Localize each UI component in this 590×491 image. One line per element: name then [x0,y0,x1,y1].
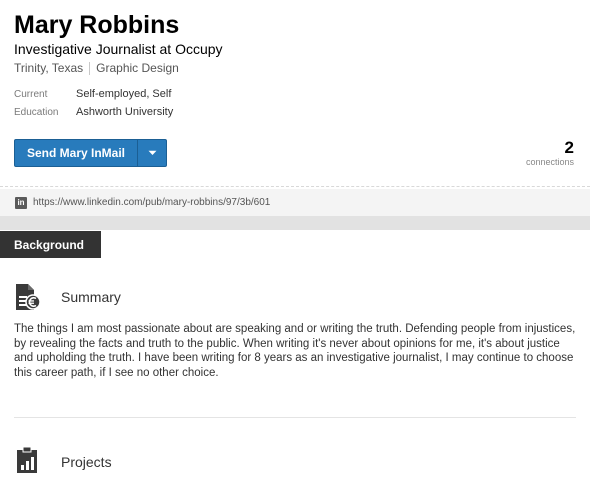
projects-icon [15,446,41,474]
send-inmail-button[interactable]: Send Mary InMail [14,139,167,167]
divider [89,61,91,75]
dashed-divider [0,186,590,187]
fact-label-education: Education [14,107,59,118]
location-link[interactable]: Trinity, Texas [14,60,83,76]
section-separator-band [0,216,590,230]
summary-icon [15,283,41,311]
chevron-down-icon[interactable] [138,140,166,166]
fact-label-current: Current [14,89,48,100]
connections-count: 2 [564,138,574,157]
summary-text: The things I am most passionate about ar… [14,323,576,379]
send-inmail-label[interactable]: Send Mary InMail [15,140,137,166]
industry-link[interactable]: Graphic Design [96,60,179,76]
profile-name: Mary Robbins [14,11,180,39]
connections-label: connections [525,157,574,167]
profile-headline: Investigative Journalist at Occupy [14,41,223,57]
fact-value-current[interactable]: Self-employed, Self [76,88,171,100]
projects-title: Projects [61,454,112,470]
linkedin-icon: in [15,197,27,209]
fact-value-education[interactable]: Ashworth University [76,106,173,118]
section-divider [14,417,576,418]
background-tab[interactable]: Background [0,231,101,258]
public-profile-url[interactable]: https://www.linkedin.com/pub/mary-robbin… [33,197,270,209]
summary-title: Summary [61,289,121,305]
location-industry-line: Trinity, Texas Graphic Design [14,60,179,76]
